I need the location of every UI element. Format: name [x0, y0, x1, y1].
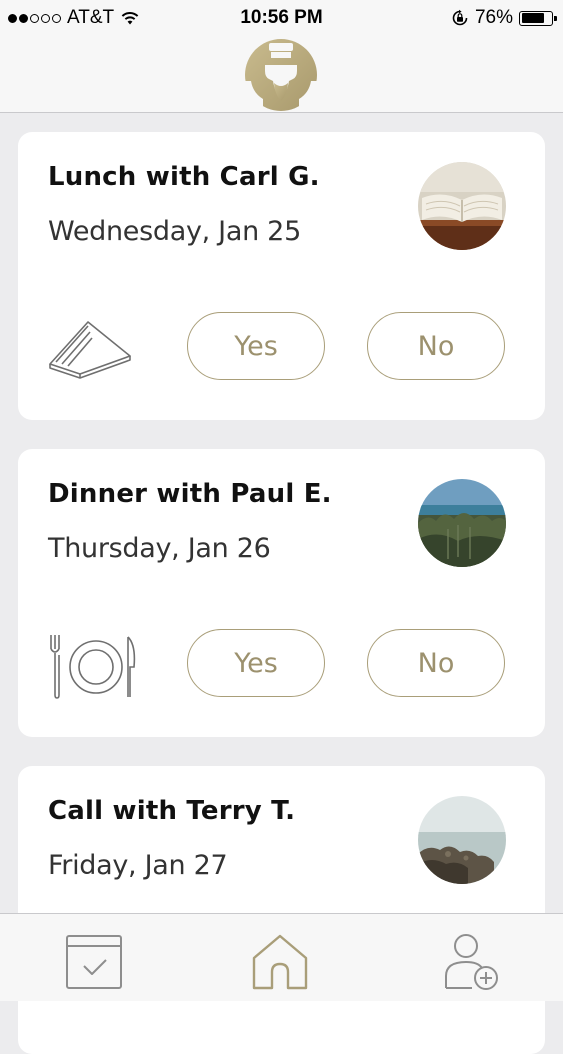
sandwich-icon — [49, 321, 131, 379]
tab-bar — [0, 913, 563, 1001]
add-user-icon[interactable] — [440, 932, 500, 992]
book-photo — [418, 162, 506, 250]
event-title: Call with Terry T. — [48, 796, 296, 826]
calendar-check-icon[interactable] — [64, 932, 124, 992]
butler-logo-icon[interactable] — [243, 37, 319, 113]
rocks-sea-photo — [418, 796, 506, 884]
event-title: Lunch with Carl G. — [48, 162, 320, 192]
battery-icon — [519, 10, 557, 26]
avatar[interactable] — [418, 479, 506, 567]
avatar[interactable] — [418, 162, 506, 250]
plate-fork-knife-icon — [50, 635, 136, 699]
avatar[interactable] — [418, 796, 506, 884]
event-title: Dinner with Paul E. — [48, 479, 332, 509]
battery-percent: 76% — [474, 7, 513, 28]
rotation-lock-icon — [452, 9, 468, 26]
yes-button[interactable]: Yes — [187, 629, 325, 697]
event-card[interactable]: Lunch with Carl G. Wednesday, Jan 25 Yes… — [18, 132, 545, 420]
yes-button[interactable]: Yes — [187, 312, 325, 380]
status-bar: AT&T 10:56 PM 76% — [0, 0, 563, 36]
event-date: Friday, Jan 27 — [48, 850, 228, 881]
event-card[interactable]: Dinner with Paul E. Thursday, Jan 26 Yes… — [18, 449, 545, 737]
coast-photo — [418, 479, 506, 567]
no-button[interactable]: No — [367, 629, 505, 697]
event-date: Wednesday, Jan 25 — [48, 216, 301, 247]
battery-fill — [521, 13, 544, 23]
event-card[interactable]: Call with Terry T. Friday, Jan 27 — [18, 766, 545, 1054]
no-button[interactable]: No — [367, 312, 505, 380]
event-date: Thursday, Jan 26 — [48, 533, 271, 564]
app-header — [0, 36, 563, 113]
status-right: 76% — [451, 7, 557, 29]
home-icon[interactable] — [250, 932, 310, 992]
